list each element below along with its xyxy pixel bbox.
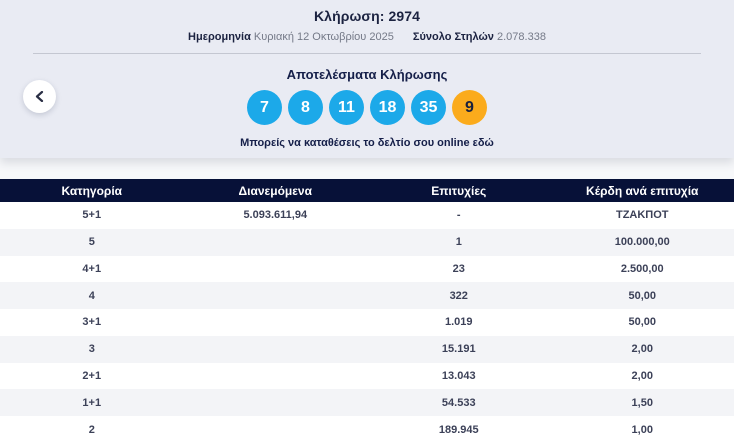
chevron-left-icon bbox=[35, 91, 44, 102]
table-body: 5+1 5.093.611,94 - ΤΖΑΚΠΟΤ 5 1 100.000,0… bbox=[0, 202, 734, 443]
winnings-cell: 50,00 bbox=[628, 316, 657, 329]
divider bbox=[33, 53, 701, 54]
winnings-cell: 2,00 bbox=[631, 369, 653, 382]
winnings-cell: 1,50 bbox=[631, 396, 653, 409]
winnings-cell: 1,00 bbox=[631, 423, 653, 436]
date-value: Κυριακή 12 Οκτωβρίου 2025 bbox=[253, 31, 394, 43]
draw-results-panel: Κλήρωση: 2974 Ημερομηνία Κυριακή 12 Οκτω… bbox=[0, 0, 734, 158]
winners-cell: 54.533 bbox=[441, 396, 476, 409]
column-header: Διανεμόμενα bbox=[238, 183, 312, 198]
table-row: 5 1 100.000,00 bbox=[0, 228, 734, 256]
category-cell: 4 bbox=[88, 289, 95, 302]
winning-number-ball: 18 bbox=[370, 90, 405, 125]
table-row: 4 322 50,00 bbox=[0, 282, 734, 310]
column-header: Επιτυχίες bbox=[431, 183, 487, 198]
winnings-cell: 2,00 bbox=[631, 343, 653, 356]
winning-number-ball: 8 bbox=[288, 90, 323, 125]
category-cell: 4+1 bbox=[82, 262, 102, 275]
results-title: Αποτελέσματα Κλήρωσης bbox=[286, 67, 448, 82]
category-cell: 5+1 bbox=[82, 209, 102, 222]
table-row: 3 15.191 2,00 bbox=[0, 335, 734, 363]
previous-draw-button[interactable] bbox=[23, 80, 56, 113]
winnings-table: Κατηγορία Διανεμόμενα Επιτυχίες Κέρδη αν… bbox=[0, 179, 734, 443]
columns-label: Σύνολο Στηλών bbox=[412, 31, 494, 43]
winning-numbers: 7 8 11 18 35 9 bbox=[0, 90, 734, 125]
table-row: 1+1 54.533 1,50 bbox=[0, 389, 734, 417]
category-cell: 2+1 bbox=[82, 369, 102, 382]
panel-table-spacer bbox=[0, 158, 734, 179]
winners-cell: 322 bbox=[449, 289, 468, 302]
category-cell: 3 bbox=[88, 343, 95, 356]
column-header: Κέρδη ανά επιτυχία bbox=[586, 183, 699, 198]
winners-cell: 13.043 bbox=[441, 369, 476, 382]
winnings-cell: ΤΖΑΚΠΟΤ bbox=[615, 209, 669, 222]
winners-cell: 189.945 bbox=[438, 423, 479, 436]
bonus-number-ball: 9 bbox=[452, 90, 487, 125]
winners-cell: - bbox=[456, 209, 461, 222]
table-row: 5+1 5.093.611,94 - ΤΖΑΚΠΟΤ bbox=[0, 202, 734, 229]
distributed-cell: 5.093.611,94 bbox=[243, 209, 308, 222]
table-row: 3+1 1.019 50,00 bbox=[0, 309, 734, 336]
winners-cell: 15.191 bbox=[441, 343, 476, 356]
winnings-cell: 100.000,00 bbox=[614, 236, 670, 249]
date-label: Ημερομηνία bbox=[188, 31, 251, 43]
column-header: Κατηγορία bbox=[61, 183, 123, 198]
category-cell: 3+1 bbox=[82, 316, 102, 329]
winners-cell: 1.019 bbox=[444, 316, 473, 329]
table-row: 2+1 13.043 2,00 bbox=[0, 362, 734, 390]
table-row: 4+1 23 2.500,00 bbox=[0, 255, 734, 283]
winners-cell: 1 bbox=[455, 236, 462, 249]
play-online-link[interactable]: Μπορείς να καταθέσεις το δελτίο σου onli… bbox=[0, 137, 734, 149]
category-cell: 1+1 bbox=[82, 396, 102, 409]
draw-title: Κλήρωση: 2974 bbox=[313, 8, 421, 24]
category-cell: 5 bbox=[88, 236, 95, 249]
winnings-cell: 50,00 bbox=[628, 289, 657, 302]
category-cell: 2 bbox=[88, 423, 95, 436]
columns-value: 2.078.338 bbox=[497, 31, 546, 43]
winnings-cell: 2.500,00 bbox=[620, 262, 664, 275]
draw-meta: Ημερομηνία Κυριακή 12 Οκτωβρίου 2025 Σύν… bbox=[0, 31, 734, 43]
winners-cell: 23 bbox=[452, 262, 465, 275]
winning-number-ball: 11 bbox=[329, 90, 364, 125]
table-row: 2 189.945 1,00 bbox=[0, 416, 734, 443]
winning-number-ball: 35 bbox=[411, 90, 446, 125]
table-header-row: Κατηγορία Διανεμόμενα Επιτυχίες Κέρδη αν… bbox=[0, 179, 734, 202]
winning-number-ball: 7 bbox=[247, 90, 282, 125]
